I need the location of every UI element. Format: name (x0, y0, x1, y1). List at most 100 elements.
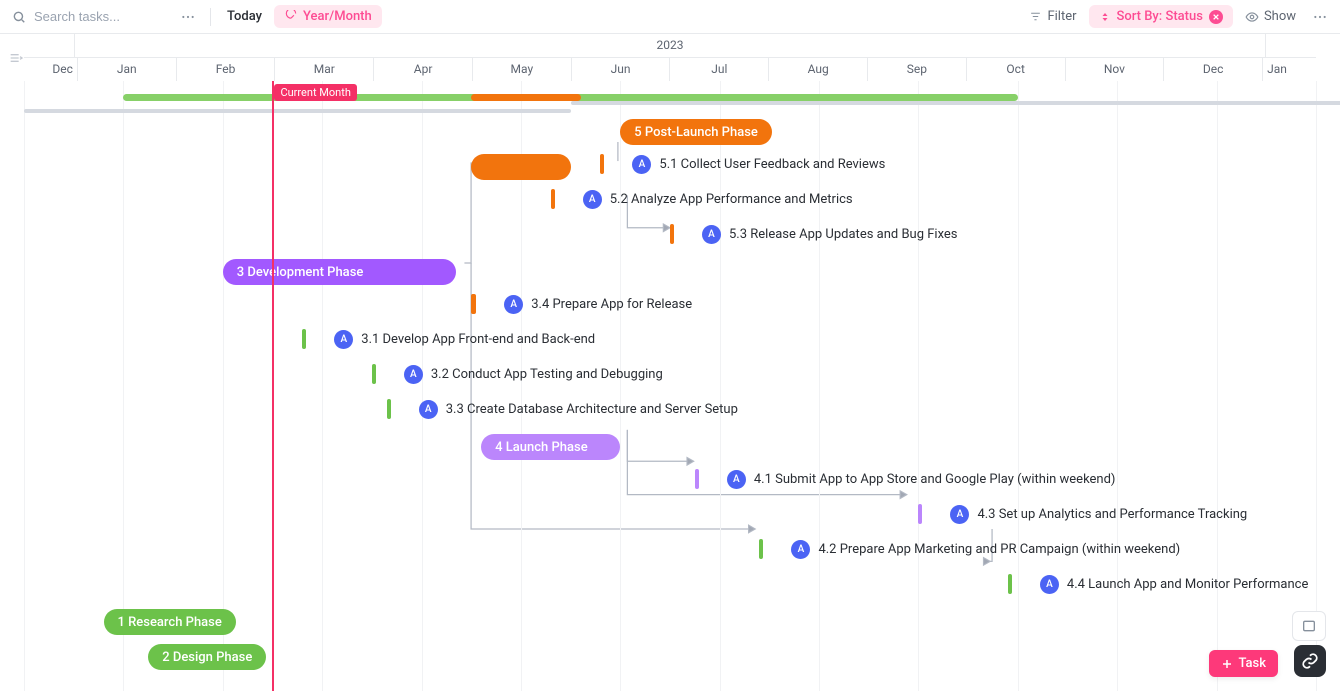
gauge-icon (284, 10, 298, 24)
task-status-mark (471, 294, 476, 314)
avatar[interactable]: A (404, 365, 423, 384)
task-row[interactable]: A 3.4 Prepare App for Release (471, 294, 692, 314)
task-row[interactable]: A 4.3 Set up Analytics and Performance Tr… (918, 504, 1247, 524)
task-row[interactable]: A 3.1 Develop App Front-end and Back-end (302, 329, 595, 349)
divider (210, 8, 211, 26)
add-task-label: Task (1238, 656, 1266, 671)
summary-bar[interactable] (571, 101, 1340, 105)
task-label: 5.3 Release App Updates and Bug Fixes (729, 227, 958, 242)
phase-bar[interactable]: 2 Design Phase (148, 644, 266, 670)
task-row[interactable]: A 3.2 Conduct App Testing and Debugging (372, 364, 663, 384)
filter-label: Filter (1047, 9, 1076, 24)
avatar[interactable]: A (702, 225, 721, 244)
gantt-board[interactable]: Current Month 5 Post-Launch Phase 3 Develo… (24, 81, 1316, 691)
task-status-mark (600, 154, 604, 174)
month-label: Oct (966, 57, 1065, 81)
month-label: Dec (1163, 57, 1262, 81)
sort-label: Sort By: Status (1117, 9, 1203, 24)
gridline (1117, 81, 1118, 691)
month-label: May (472, 57, 571, 81)
task-row[interactable]: A 5.3 Release App Updates and Bug Fixes (670, 224, 958, 244)
month-label: Apr (373, 57, 472, 81)
avatar[interactable]: A (727, 470, 746, 489)
sort-icon (1099, 11, 1111, 23)
task-label: 3.1 Develop App Front-end and Back-end (361, 332, 595, 347)
task-row[interactable]: A5.2 Analyze App Performance and Metrics (551, 189, 853, 209)
gridline (123, 81, 124, 691)
current-date-flag: Current Month (274, 84, 356, 101)
task-status-mark (759, 539, 763, 559)
phase-bar[interactable]: 1 Research Phase (104, 609, 236, 635)
task-label: 3.4 Prepare App for Release (531, 297, 692, 312)
gridline (1018, 81, 1019, 691)
more-icon[interactable] (1308, 7, 1332, 27)
today-button[interactable]: Today (221, 5, 268, 28)
close-icon[interactable] (1209, 10, 1223, 24)
search-input[interactable] (32, 8, 166, 25)
add-task-button[interactable]: Task (1209, 650, 1278, 677)
gridline (1316, 81, 1317, 691)
sort-pill[interactable]: Sort By: Status (1089, 5, 1233, 28)
avatar[interactable]: A (1040, 575, 1059, 594)
search-box[interactable] (8, 8, 170, 25)
gridline (223, 81, 224, 691)
year-bar: 2023 (24, 33, 1316, 58)
task-label: 5.1 Collect User Feedback and Reviews (659, 157, 885, 172)
task-label: 3.3 Create Database Architecture and Ser… (446, 402, 738, 417)
filter-icon (1029, 10, 1042, 23)
timeline: 2023 DecJanFebMarAprMayJunJulAugSepOctNo… (0, 33, 1340, 691)
task-label: 4.1 Submit App to App Store and Google P… (754, 472, 1116, 487)
phase-bar[interactable]: 4 Launch Phase (481, 434, 620, 460)
task-status-mark (302, 329, 306, 349)
task-label: 4.3 Set up Analytics and Performance Tra… (977, 507, 1247, 522)
month-label: Mar (274, 57, 373, 81)
task-status-mark (695, 469, 699, 489)
task-status-mark (387, 399, 391, 419)
show-label: Show (1264, 9, 1296, 24)
task-status-mark (372, 364, 376, 384)
month-bar: DecJanFebMarAprMayJunJulAugSepOctNovDecJ… (24, 57, 1316, 82)
avatar[interactable]: A (791, 540, 810, 559)
task-row[interactable]: A 4.1 Submit App to App Store and Google … (695, 469, 1116, 489)
month-label: Feb (176, 57, 275, 81)
month-label: Aug (768, 57, 867, 81)
avatar[interactable]: A (632, 155, 651, 174)
month-label: Jul (669, 57, 768, 81)
timescale-selector[interactable]: Year/Month (274, 5, 382, 28)
month-label: Dec (24, 57, 77, 81)
search-icon (12, 10, 26, 24)
month-label: Jan (1262, 57, 1316, 81)
avatar[interactable]: A (419, 400, 438, 419)
task-label: 4.4 Launch App and Monitor Performance (1067, 577, 1308, 592)
group-summary-bar[interactable] (471, 94, 580, 101)
link-dependencies-button[interactable] (1294, 645, 1326, 677)
task-row[interactable]: A 4.4 Launch App and Monitor Performance (1008, 574, 1308, 594)
task-label: 4.2 Prepare App Marketing and PR Campaig… (818, 542, 1180, 557)
month-label: Nov (1065, 57, 1164, 81)
month-label: Sep (867, 57, 966, 81)
task-bar[interactable] (471, 154, 570, 180)
phase-bar[interactable]: 5 Post-Launch Phase (620, 119, 772, 145)
avatar[interactable]: A (583, 190, 602, 209)
month-label: Jun (571, 57, 670, 81)
avatar[interactable]: A (504, 295, 523, 314)
phase-bar[interactable]: 3 Development Phase (223, 259, 457, 285)
timescale-label: Year/Month (303, 9, 372, 24)
task-row[interactable]: A 5.1 Collect User Feedback and Reviews (600, 154, 885, 174)
task-label: 3.2 Conduct App Testing and Debugging (431, 367, 663, 382)
avatar[interactable]: A (334, 330, 353, 349)
task-status-mark (551, 189, 555, 209)
show-button[interactable]: Show (1239, 5, 1302, 28)
task-row[interactable]: A 3.3 Create Database Architecture and Se… (387, 399, 738, 419)
summary-bar[interactable] (24, 109, 571, 113)
task-status-mark (918, 504, 922, 524)
task-status-mark (1008, 574, 1012, 594)
secondary-float-button[interactable] (1292, 611, 1326, 641)
eye-icon (1245, 10, 1259, 24)
avatar[interactable]: A (950, 505, 969, 524)
current-date-line (272, 81, 274, 691)
toolbar: Today Year/Month Filter Sort By: Status (0, 0, 1340, 34)
filter-button[interactable]: Filter (1023, 5, 1082, 28)
task-row[interactable]: A 4.2 Prepare App Marketing and PR Campai… (759, 539, 1180, 559)
more-icon[interactable] (176, 7, 200, 27)
